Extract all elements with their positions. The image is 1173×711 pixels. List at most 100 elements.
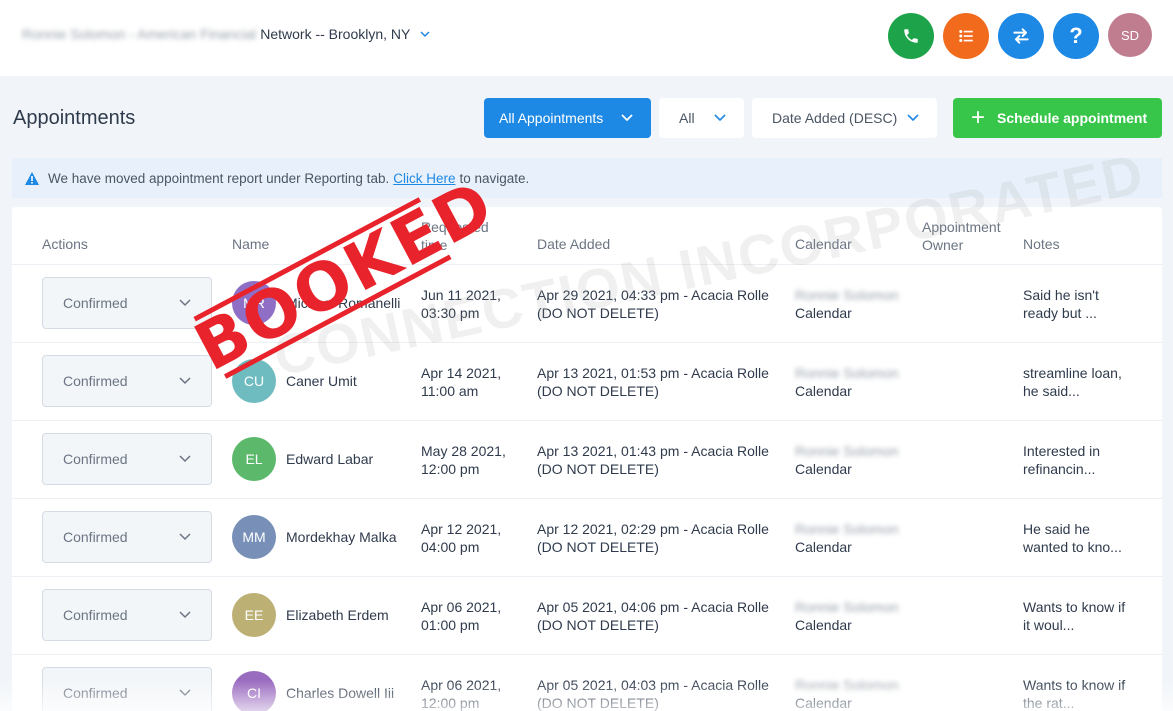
avatar-initials: SD bbox=[1120, 27, 1140, 43]
user-avatar[interactable]: SD bbox=[1108, 13, 1152, 57]
contact-avatar: MR bbox=[232, 281, 276, 325]
contact-avatar: EL bbox=[232, 437, 276, 481]
contact-avatar: CI bbox=[232, 671, 276, 711]
calendar-label: Calendar bbox=[795, 305, 852, 321]
status-dropdown[interactable]: Confirmed bbox=[42, 355, 212, 407]
contact-name[interactable]: Michael Romanelli bbox=[286, 295, 400, 311]
switch-account-button[interactable] bbox=[998, 13, 1044, 59]
requested-time-cell: Jun 11 2021, 03:30 pm bbox=[421, 286, 501, 322]
column-header-requested-time[interactable]: Requested time bbox=[421, 218, 489, 254]
contact-name[interactable]: Caner Umit bbox=[286, 373, 357, 389]
date-added-line2: (DO NOT DELETE) bbox=[537, 383, 659, 399]
status-dropdown[interactable]: Confirmed bbox=[42, 277, 212, 329]
contact-avatar: EE bbox=[232, 593, 276, 637]
requested-header-line1: Requested bbox=[421, 219, 489, 235]
chevron-down-icon bbox=[907, 114, 919, 122]
contact-name[interactable]: Charles Dowell Iii bbox=[286, 685, 394, 701]
date-added-cell: Apr 05 2021, 04:03 pm - Acacia Rolle (DO … bbox=[537, 676, 769, 711]
table-row: Confirmed EE Elizabeth Erdem Apr 06 2021, 01… bbox=[12, 577, 1162, 655]
requested-time: 04:00 pm bbox=[421, 539, 480, 555]
calendar-label: Calendar bbox=[795, 617, 852, 633]
appointments-filter-dropdown[interactable]: All Appointments bbox=[484, 98, 651, 138]
notes-line1: Interested in bbox=[1023, 443, 1101, 459]
table-row: Confirmed CI Charles Dowell Iii Apr 06 2021… bbox=[12, 655, 1162, 711]
column-header-notes: Notes bbox=[1023, 236, 1060, 252]
chevron-down-icon bbox=[179, 611, 191, 619]
notes-cell: He said he wanted to kno... bbox=[1023, 520, 1122, 556]
notes-line2: he said... bbox=[1023, 383, 1080, 399]
owner-header-line2: Owner bbox=[922, 237, 964, 253]
requested-date: Apr 06 2021, bbox=[421, 599, 502, 615]
calendar-cell: Ronnie Solomon Calendar bbox=[795, 520, 899, 556]
date-added-cell: Apr 13 2021, 01:53 pm - Acacia Rolle (DO … bbox=[537, 364, 769, 400]
chevron-down-icon bbox=[714, 114, 726, 122]
requested-time-cell: Apr 14 2021, 11:00 am bbox=[421, 364, 501, 400]
calendar-cell: Ronnie Solomon Calendar bbox=[795, 364, 899, 400]
status-label: Confirmed bbox=[63, 607, 128, 623]
calendar-owner-blurred: Ronnie Solomon bbox=[795, 521, 899, 537]
status-dropdown[interactable]: Confirmed bbox=[42, 667, 212, 711]
requested-time-cell: Apr 06 2021, 01:00 pm bbox=[421, 598, 501, 634]
contact-name[interactable]: Mordekhay Malka bbox=[286, 529, 397, 545]
notes-line1: streamline loan, bbox=[1023, 365, 1122, 381]
status-label: Confirmed bbox=[63, 373, 128, 389]
sort-dropdown[interactable]: Date Added (DESC) bbox=[752, 98, 937, 138]
click-here-link[interactable]: Click Here bbox=[393, 171, 455, 186]
date-added-line1: Apr 05 2021, 04:03 pm - Acacia Rolle bbox=[537, 677, 769, 693]
notes-line2: it woul... bbox=[1023, 617, 1075, 633]
notes-cell: Wants to know if it woul... bbox=[1023, 598, 1125, 634]
requested-time: 11:00 am bbox=[421, 383, 479, 399]
schedule-appointment-button[interactable]: + Schedule appointment bbox=[953, 98, 1162, 138]
phone-button[interactable] bbox=[888, 13, 934, 59]
notes-line1: Said he isn't bbox=[1023, 287, 1099, 303]
date-added-line1: Apr 05 2021, 04:06 pm - Acacia Rolle bbox=[537, 599, 769, 615]
calendar-owner-blurred: Ronnie Solomon bbox=[795, 365, 899, 381]
status-dropdown[interactable]: Confirmed bbox=[42, 511, 212, 563]
column-header-appointment-owner[interactable]: Appointment Owner bbox=[922, 218, 1001, 254]
swap-arrows-icon bbox=[1013, 28, 1029, 44]
page-title: Appointments bbox=[13, 107, 136, 129]
date-added-cell: Apr 05 2021, 04:06 pm - Acacia Rolle (DO … bbox=[537, 598, 769, 634]
contact-avatar: MM bbox=[232, 515, 276, 559]
table-row: Confirmed MR Michael Romanelli Jun 11 2021,… bbox=[12, 265, 1162, 343]
owner-header-line1: Appointment bbox=[922, 219, 1001, 235]
status-dropdown[interactable]: Confirmed bbox=[42, 433, 212, 485]
date-added-line2: (DO NOT DELETE) bbox=[537, 461, 659, 477]
account-location-selector[interactable]: Ronnie Solomon - American Financial Netw… bbox=[22, 26, 430, 42]
location-label: Network -- Brooklyn, NY bbox=[260, 26, 411, 42]
notes-line2: ready but ... bbox=[1023, 305, 1097, 321]
calendar-owner-blurred: Ronnie Solomon bbox=[795, 599, 899, 615]
calendar-owner-blurred: Ronnie Solomon bbox=[795, 287, 899, 303]
date-added-cell: Apr 29 2021, 04:33 pm - Acacia Rolle (DO … bbox=[537, 286, 769, 322]
column-header-date-added[interactable]: Date Added bbox=[537, 235, 610, 253]
schedule-appointment-label: Schedule appointment bbox=[997, 110, 1148, 126]
calendar-label: Calendar bbox=[795, 539, 852, 555]
calendar-owner-blurred: Ronnie Solomon bbox=[795, 677, 899, 693]
sort-label: Date Added (DESC) bbox=[772, 110, 898, 126]
chevron-down-icon bbox=[179, 377, 191, 385]
column-header-name[interactable]: Name bbox=[232, 235, 269, 253]
table-row: Confirmed CU Caner Umit Apr 14 2021, 11:00 a… bbox=[12, 343, 1162, 421]
chevron-down-icon bbox=[179, 533, 191, 541]
warning-icon bbox=[25, 171, 39, 185]
table-row: Confirmed EL Edward Labar May 28 2021, 12:00… bbox=[12, 421, 1162, 499]
requested-time: 01:00 pm bbox=[421, 617, 480, 633]
contact-name[interactable]: Elizabeth Erdem bbox=[286, 607, 389, 623]
column-header-calendar[interactable]: Calendar bbox=[795, 235, 852, 253]
scope-filter-dropdown[interactable]: All bbox=[659, 98, 744, 138]
contact-name[interactable]: Edward Labar bbox=[286, 451, 373, 467]
status-dropdown[interactable]: Confirmed bbox=[42, 589, 212, 641]
date-added-line1: Apr 13 2021, 01:53 pm - Acacia Rolle bbox=[537, 365, 769, 381]
help-button[interactable]: ? bbox=[1053, 13, 1099, 59]
date-added-cell: Apr 13 2021, 01:43 pm - Acacia Rolle (DO … bbox=[537, 442, 769, 478]
date-added-line2: (DO NOT DELETE) bbox=[537, 617, 659, 633]
requested-time-cell: May 28 2021, 12:00 pm bbox=[421, 442, 506, 478]
calendar-cell: Ronnie Solomon Calendar bbox=[795, 676, 899, 711]
requested-header-line2: time bbox=[421, 237, 448, 253]
tasks-button[interactable] bbox=[943, 13, 989, 59]
question-mark-icon: ? bbox=[1069, 23, 1083, 48]
requested-date: May 28 2021, bbox=[421, 443, 506, 459]
avatar-initials: MR bbox=[243, 295, 265, 311]
avatar-initials: CU bbox=[243, 373, 265, 389]
avatar-initials: CI bbox=[247, 685, 261, 701]
